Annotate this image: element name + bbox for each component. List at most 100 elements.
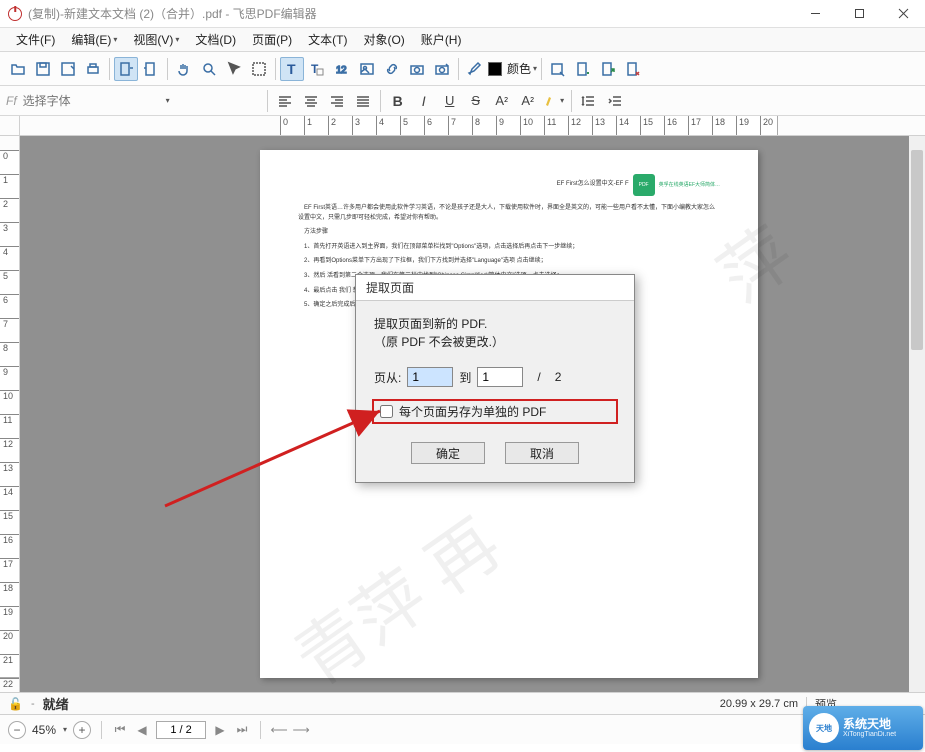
format-toolbar: Ff ▾ B I U S A2 A2 ▾ <box>0 86 925 116</box>
window-title: (复制)-新建文本文档 (2)（合并）.pdf - 飞思PDF编辑器 <box>28 5 793 22</box>
page-dimensions: 20.99 x 29.7 cm <box>720 698 798 710</box>
svg-text:2: 2 <box>341 65 347 76</box>
align-left-button[interactable] <box>273 89 297 113</box>
page-tool[interactable] <box>139 57 163 81</box>
extract-pages-dialog: 提取页面 提取页面到新的 PDF. （原 PDF 不会被更改.） 页从: 到 /… <box>355 274 635 483</box>
save-as-button[interactable] <box>56 57 80 81</box>
camera-tool[interactable] <box>405 57 429 81</box>
close-button[interactable] <box>881 0 925 27</box>
highlight-button[interactable]: ▾ <box>542 89 566 113</box>
from-page-input[interactable] <box>407 367 453 387</box>
separate-pdf-label: 每个页面另存为单独的 PDF <box>399 403 546 420</box>
first-page-button[interactable]: ⏮ <box>112 722 128 738</box>
link-tool[interactable] <box>380 57 404 81</box>
text-box-tool[interactable]: T <box>305 57 329 81</box>
line-spacing-button[interactable] <box>577 89 601 113</box>
print-button[interactable] <box>81 57 105 81</box>
align-justify-button[interactable] <box>351 89 375 113</box>
zoom-in-button[interactable]: + <box>73 721 91 739</box>
menu-document[interactable]: 文档(D) <box>187 28 244 51</box>
select-tool[interactable] <box>114 57 138 81</box>
arrow-tool[interactable] <box>222 57 246 81</box>
menu-text[interactable]: 文本(T) <box>300 28 355 51</box>
maximize-button[interactable] <box>837 0 881 27</box>
marquee-tool[interactable] <box>247 57 271 81</box>
last-page-button[interactable]: ⏭ <box>234 722 250 738</box>
zoom-level: 45% <box>32 723 56 737</box>
subscript-button[interactable]: A2 <box>516 89 540 113</box>
zoom-dropdown-icon[interactable]: ▾ <box>63 725 67 734</box>
color-swatch[interactable] <box>488 62 502 76</box>
align-right-button[interactable] <box>325 89 349 113</box>
status-ready: 就绪 <box>43 694 69 713</box>
title-bar: (复制)-新建文本文档 (2)（合并）.pdf - 飞思PDF编辑器 <box>0 0 925 28</box>
window-controls <box>793 0 925 27</box>
superscript-button[interactable]: A2 <box>490 89 514 113</box>
stamp-tool[interactable] <box>430 57 454 81</box>
dialog-title: 提取页面 <box>356 275 634 301</box>
menu-file[interactable]: 文件(F) <box>8 28 63 51</box>
zoom-out-button[interactable]: − <box>8 721 26 739</box>
nav-back-button[interactable]: ⟵ <box>271 722 287 738</box>
bold-button[interactable]: B <box>386 89 410 113</box>
menu-bar: 文件(F) 编辑(E)▾ 视图(V)▾ 文档(D) 页面(P) 文本(T) 对象… <box>0 28 925 52</box>
app-icon <box>8 7 22 21</box>
watermark-icon: 青萍 再 <box>272 490 518 692</box>
hand-tool[interactable] <box>172 57 196 81</box>
lock-icon: 🔓 <box>8 697 23 711</box>
next-page-button[interactable]: ▶ <box>212 722 228 738</box>
to-label: 到 <box>459 369 471 386</box>
minimize-button[interactable] <box>793 0 837 27</box>
color-label: 颜色 <box>507 60 531 77</box>
from-label: 页从: <box>374 369 401 386</box>
open-button[interactable] <box>6 57 30 81</box>
save-button[interactable] <box>31 57 55 81</box>
underline-button[interactable]: U <box>438 89 462 113</box>
brand-logo-icon: 天地 <box>809 713 839 743</box>
canvas[interactable]: 萍 青萍 再 EF First怎么设置中文-EF F PDF 英孚在线英语EF大… <box>20 136 925 692</box>
svg-text:T: T <box>287 61 296 77</box>
import-page-tool[interactable] <box>596 57 620 81</box>
vertical-scrollbar[interactable] <box>909 136 925 692</box>
font-family-prefix: Ff <box>6 94 17 108</box>
color-dropdown-icon[interactable]: ▾ <box>533 64 537 73</box>
zoom-tool[interactable] <box>197 57 221 81</box>
menu-edit[interactable]: 编辑(E)▾ <box>63 28 125 51</box>
brand-watermark: 天地 系统天地 XiTongTianDi.net <box>803 706 923 750</box>
total-pages: 2 <box>555 370 562 384</box>
dialog-message: 提取页面到新的 PDF. （原 PDF 不会被更改.） <box>374 315 616 351</box>
separate-pdf-row: 每个页面另存为单独的 PDF <box>372 399 618 424</box>
strike-button[interactable]: S <box>464 89 488 113</box>
horizontal-ruler: 01234567891011121314151617181920 <box>0 116 925 136</box>
brush-tool[interactable] <box>463 57 487 81</box>
add-page-tool[interactable] <box>571 57 595 81</box>
image-tool[interactable] <box>355 57 379 81</box>
align-center-button[interactable] <box>299 89 323 113</box>
cancel-button[interactable]: 取消 <box>505 442 579 464</box>
vertical-text-tool[interactable]: 12 <box>330 57 354 81</box>
page-range-row: 页从: 到 / 2 <box>374 367 616 387</box>
text-tool[interactable]: T <box>280 57 304 81</box>
scrollbar-thumb[interactable] <box>911 150 923 350</box>
redact-tool[interactable] <box>546 57 570 81</box>
separate-pdf-checkbox[interactable] <box>380 405 393 418</box>
font-family-select[interactable] <box>23 91 163 111</box>
ok-button[interactable]: 确定 <box>411 442 485 464</box>
indent-button[interactable] <box>603 89 627 113</box>
to-page-input[interactable] <box>477 367 523 387</box>
prev-page-button[interactable]: ◀ <box>134 722 150 738</box>
menu-view[interactable]: 视图(V)▾ <box>125 28 187 51</box>
main-toolbar: T T 12 颜色 ▾ <box>0 52 925 86</box>
bottom-bar: − 45% ▾ + ⏮ ◀ ▶ ⏭ ⟵ ⟶ <box>0 714 925 744</box>
menu-account[interactable]: 账户(H) <box>413 28 470 51</box>
pdf-badge-icon: PDF <box>633 174 655 196</box>
delete-page-tool[interactable] <box>621 57 645 81</box>
status-bar: 🔓 - 就绪 20.99 x 29.7 cm 预览 <box>0 692 925 714</box>
italic-button[interactable]: I <box>412 89 436 113</box>
document-canvas-area: 012345678910111213141516171819202122 萍 青… <box>0 136 925 692</box>
nav-fwd-button[interactable]: ⟶ <box>293 722 309 738</box>
vertical-ruler: 012345678910111213141516171819202122 <box>0 136 20 692</box>
menu-page[interactable]: 页面(P) <box>244 28 300 51</box>
menu-object[interactable]: 对象(O) <box>355 28 412 51</box>
page-number-input[interactable] <box>156 721 206 739</box>
